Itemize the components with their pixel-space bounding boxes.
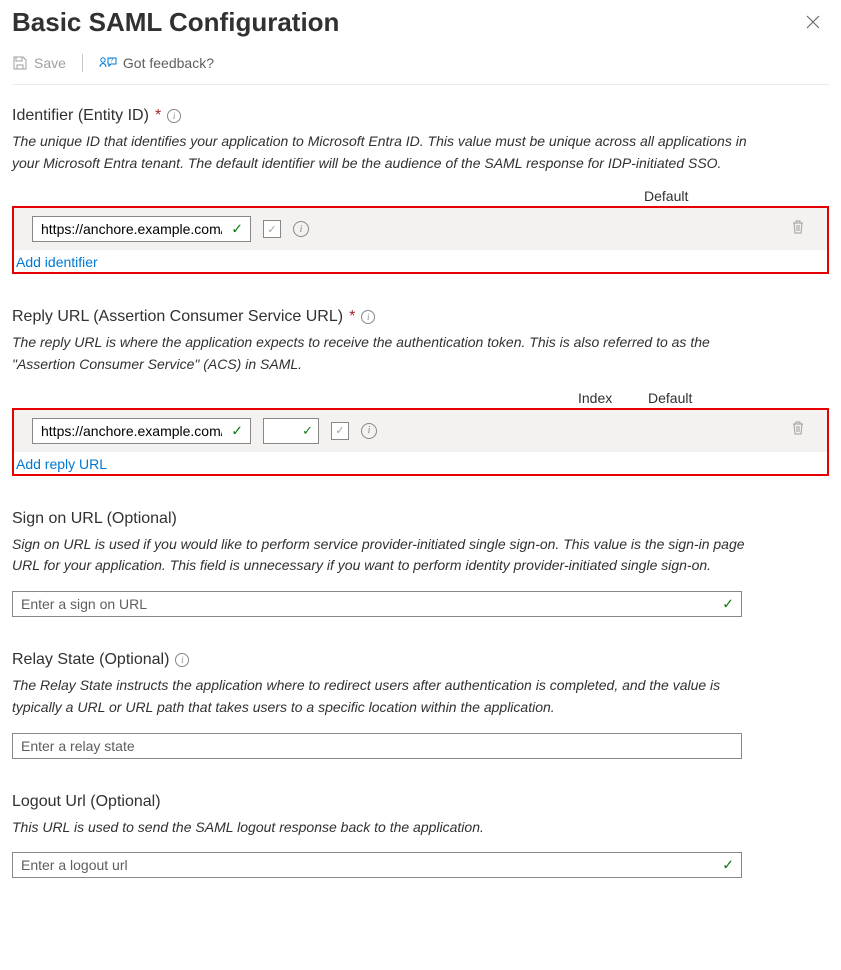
info-icon[interactable]: i (361, 310, 375, 324)
index-column-header: Index (578, 390, 636, 406)
identifier-label: Identifier (Entity ID) * i (12, 107, 829, 125)
relay-label: Relay State (Optional) i (12, 651, 829, 669)
check-icon: ✓ (231, 221, 243, 238)
required-asterisk: * (349, 308, 355, 326)
logout-url-input[interactable] (12, 852, 742, 878)
signon-url-input[interactable] (12, 591, 742, 617)
info-icon[interactable]: i (293, 221, 309, 237)
default-column-header: Default (648, 390, 692, 406)
identifier-highlight: ✓ ✓ i Add identifier (12, 206, 829, 274)
check-icon: ✓ (722, 857, 734, 874)
identifier-section: Identifier (Entity ID) * i The unique ID… (12, 107, 829, 274)
identifier-default-checkbox[interactable]: ✓ (263, 220, 281, 238)
identifier-label-text: Identifier (Entity ID) (12, 107, 149, 125)
identifier-column-headers: Default (12, 188, 829, 204)
signon-section: Sign on URL (Optional) Sign on URL is us… (12, 510, 829, 617)
info-icon[interactable]: i (361, 423, 377, 439)
close-button[interactable] (797, 6, 829, 38)
feedback-icon: ? (99, 55, 117, 71)
add-reply-link[interactable]: Add reply URL (14, 452, 107, 472)
page-title: Basic SAML Configuration (12, 7, 339, 38)
save-icon (12, 55, 28, 71)
identifier-row: ✓ ✓ i (14, 208, 827, 250)
reply-column-headers: Index Default (12, 390, 829, 406)
check-icon: ✓ (302, 423, 313, 439)
relay-state-input[interactable] (12, 733, 742, 759)
reply-highlight: ✓ ✓ ✓ i Add reply URL (12, 408, 829, 476)
feedback-label: Got feedback? (123, 55, 214, 71)
info-icon[interactable]: i (175, 653, 189, 667)
reply-desc: The reply URL is where the application e… (12, 332, 772, 375)
trash-icon (791, 219, 805, 240)
toolbar: Save ? Got feedback? (12, 40, 829, 85)
logout-desc: This URL is used to send the SAML logout… (12, 817, 772, 839)
panel-header: Basic SAML Configuration (12, 0, 829, 40)
signon-label: Sign on URL (Optional) (12, 510, 829, 528)
logout-section: Logout Url (Optional) This URL is used t… (12, 793, 829, 879)
add-identifier-link[interactable]: Add identifier (14, 250, 98, 270)
info-icon[interactable]: i (167, 109, 181, 123)
check-icon: ✓ (231, 422, 243, 439)
reply-label: Reply URL (Assertion Consumer Service UR… (12, 308, 829, 326)
trash-icon (791, 420, 805, 441)
default-column-header: Default (644, 188, 688, 204)
required-asterisk: * (155, 107, 161, 125)
toolbar-separator (82, 54, 83, 72)
logout-label: Logout Url (Optional) (12, 793, 829, 811)
feedback-button[interactable]: ? Got feedback? (99, 55, 214, 71)
reply-url-input[interactable] (32, 418, 251, 444)
reply-section: Reply URL (Assertion Consumer Service UR… (12, 308, 829, 475)
identifier-input[interactable] (32, 216, 251, 242)
reply-label-text: Reply URL (Assertion Consumer Service UR… (12, 308, 343, 326)
relay-desc: The Relay State instructs the applicatio… (12, 675, 772, 718)
relay-section: Relay State (Optional) i The Relay State… (12, 651, 829, 758)
reply-default-checkbox[interactable]: ✓ (331, 422, 349, 440)
save-label: Save (34, 55, 66, 71)
close-icon (806, 15, 820, 29)
save-button: Save (12, 55, 66, 71)
reply-row: ✓ ✓ ✓ i (14, 410, 827, 452)
relay-label-text: Relay State (Optional) (12, 651, 169, 669)
identifier-desc: The unique ID that identifies your appli… (12, 131, 772, 174)
signon-desc: Sign on URL is used if you would like to… (12, 534, 772, 577)
check-icon: ✓ (722, 596, 734, 613)
